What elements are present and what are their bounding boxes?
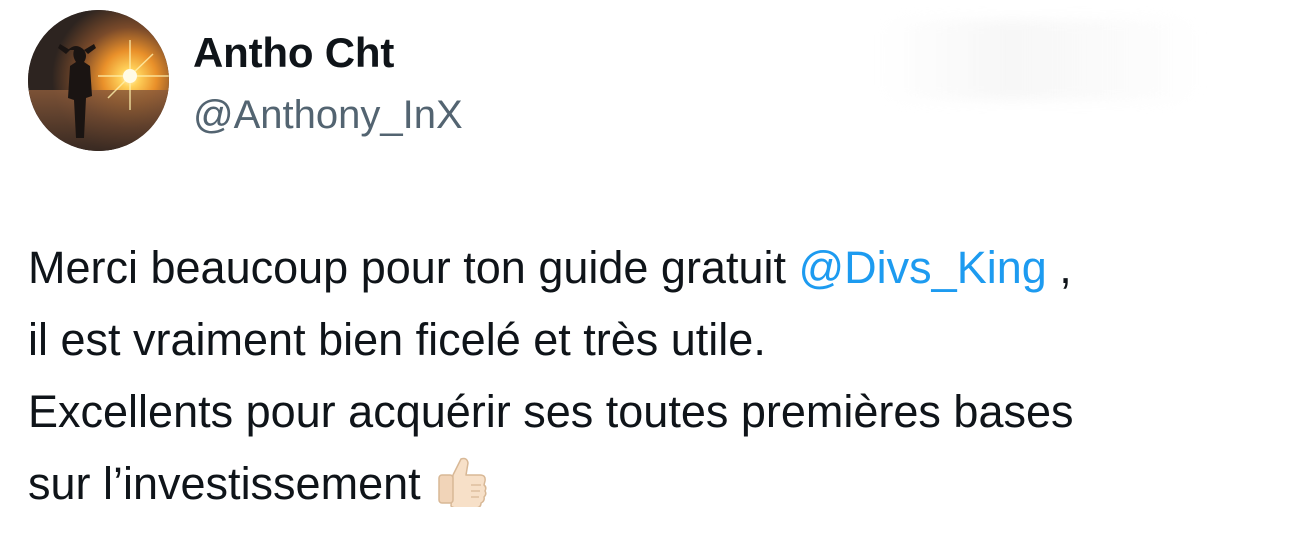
blurred-region	[880, 20, 1200, 100]
tweet-text: Merci beaucoup pour ton guide gratuit @D…	[28, 232, 1288, 528]
user-info: Antho Cht @Anthony_InX	[193, 28, 463, 140]
mention-link[interactable]: @Divs_King	[799, 242, 1047, 293]
avatar[interactable]	[28, 10, 169, 151]
tweet-text-segment: Merci beaucoup pour ton guide gratuit	[28, 242, 799, 293]
display-name[interactable]: Antho Cht	[193, 28, 463, 78]
tweet-line-3: Excellents pour acquérir ses toutes prem…	[28, 386, 1074, 437]
tweet-text-segment: sur l’investissement	[28, 458, 421, 509]
tweet-card: Antho Cht @Anthony_InX Merci beaucoup po…	[0, 0, 1297, 544]
tweet-line-4: sur l’investissement	[28, 448, 1288, 528]
tweet-line-2: il est vraiment bien ficelé et très util…	[28, 314, 766, 365]
tweet-line-1: Merci beaucoup pour ton guide gratuit @D…	[28, 232, 1288, 304]
user-handle[interactable]: @Anthony_InX	[193, 90, 463, 140]
thumbs-up-icon	[435, 455, 489, 528]
tweet-text-segment: ,	[1046, 242, 1072, 293]
sunset-silhouette-avatar-icon	[28, 10, 169, 151]
